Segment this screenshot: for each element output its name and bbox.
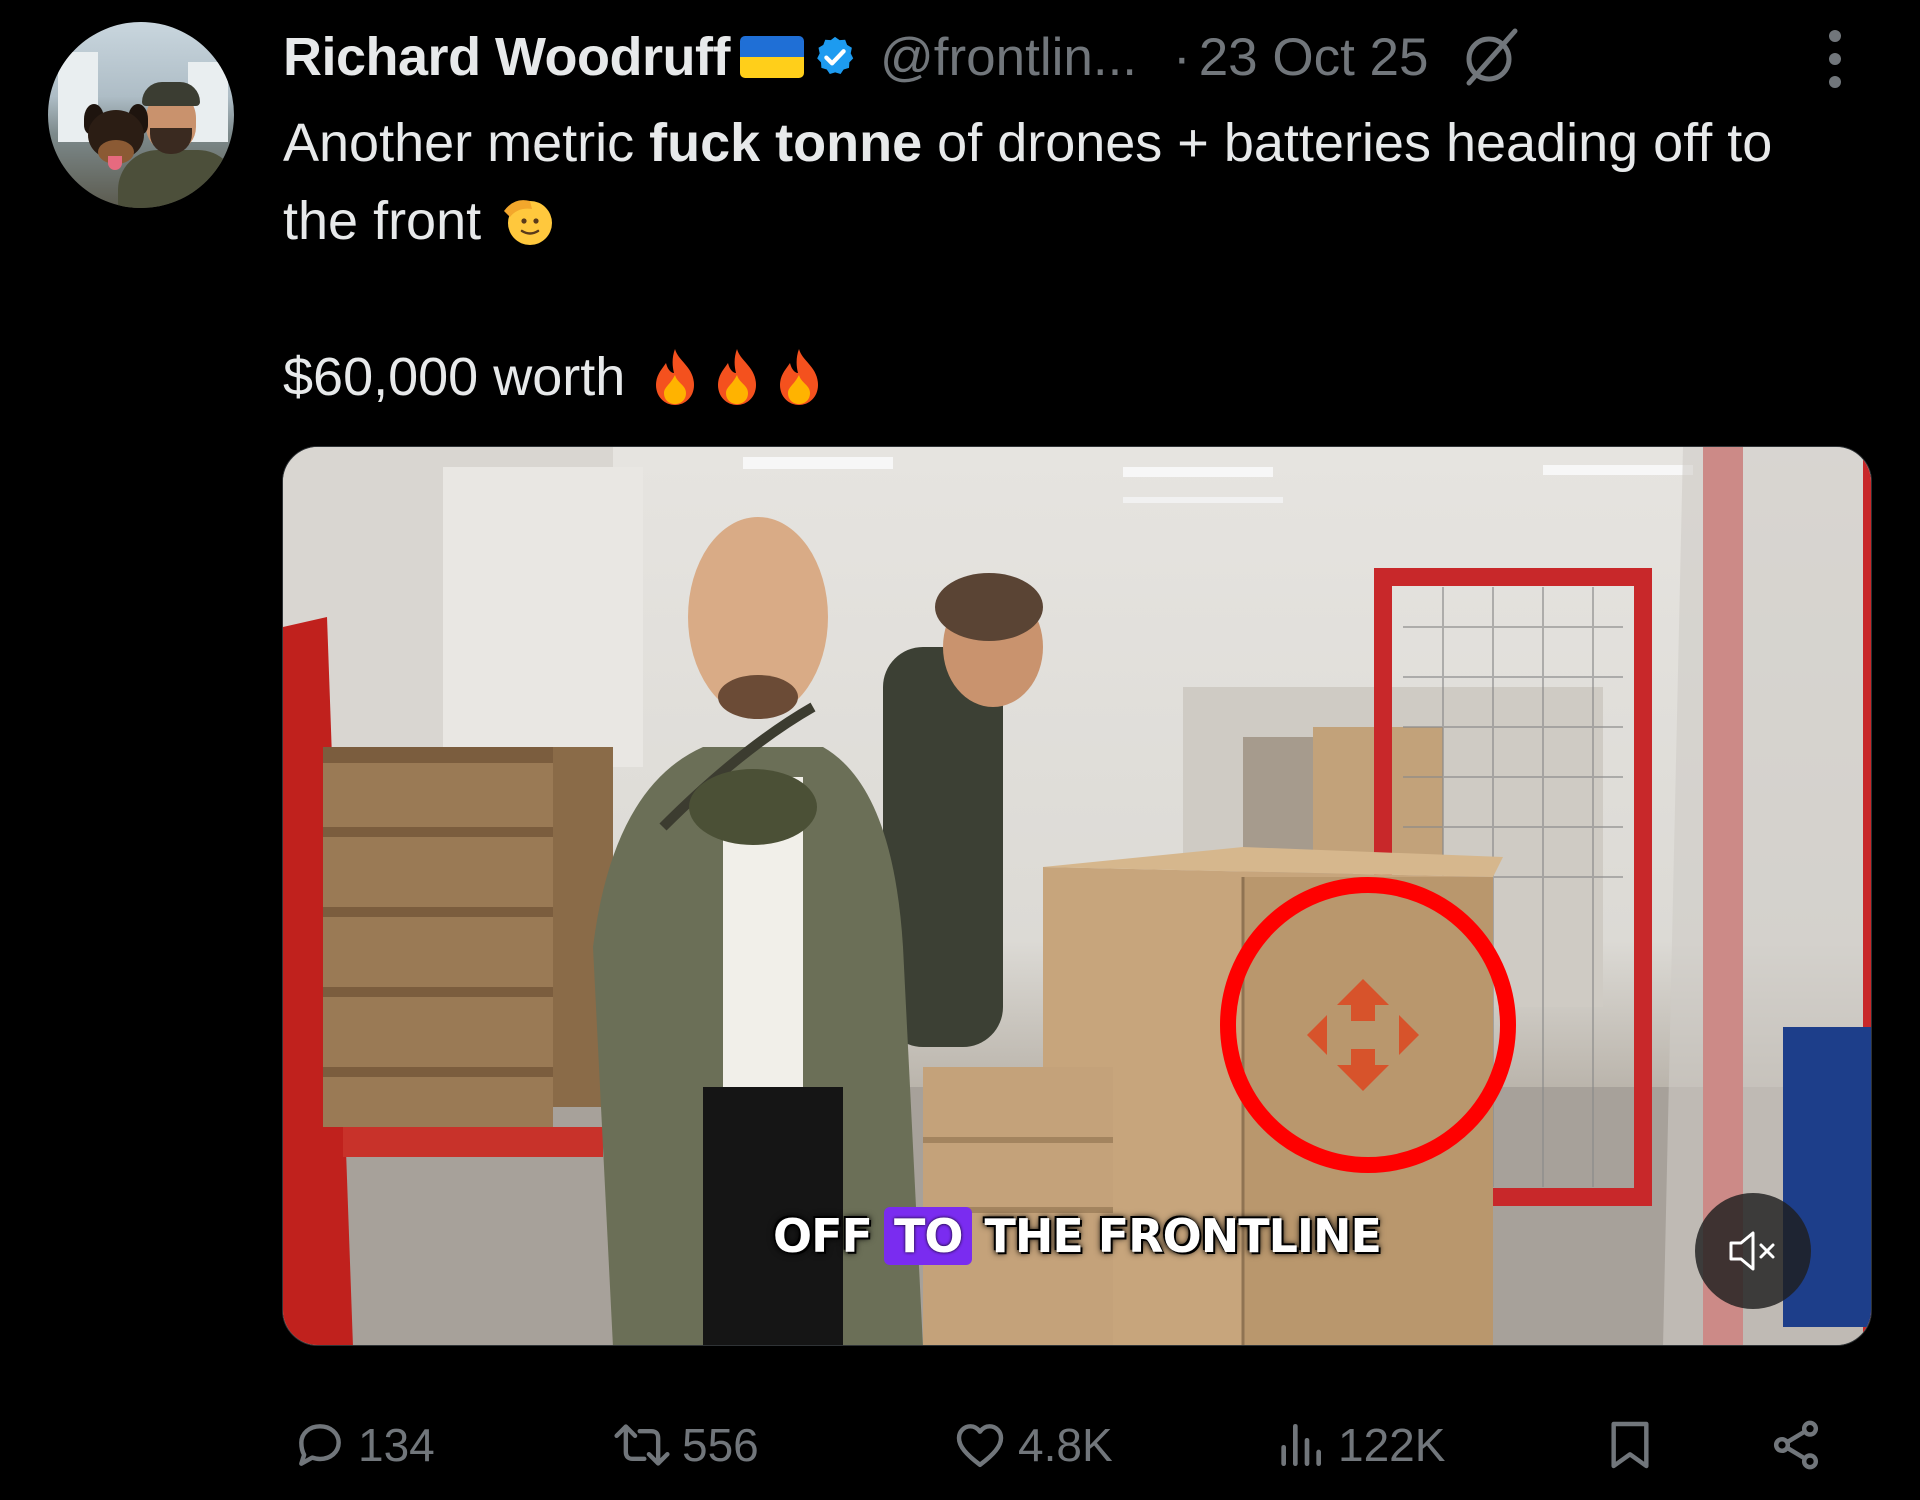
bookmark-icon [1611,1421,1649,1469]
share-icon [1773,1420,1819,1470]
author-handle[interactable]: @frontlin... [880,27,1137,88]
repost-icon [614,1424,670,1466]
fire-emoji-icon [648,347,702,407]
tweet-actions: 134 556 4.8K 122K [282,1405,1872,1485]
reply-count: 134 [358,1419,435,1471]
more-options-icon[interactable] [1820,24,1850,94]
verified-badge-icon[interactable] [812,34,858,80]
bookmark-button[interactable] [1602,1405,1658,1485]
tweet-price-line: $60,000 worth [283,338,826,416]
video-caption: OFF TO THE FRONTLINE [773,1207,1382,1265]
like-count: 4.8K [1018,1419,1113,1471]
separator-dot: · [1173,27,1191,87]
tweet-text: Another metric fuck tonne of drones + ba… [283,104,1843,260]
tweet-header: Richard Woodruff @frontlin... · 23 Oct 2… [283,22,1523,92]
tweet-date[interactable]: 23 Oct 25 [1199,27,1429,88]
heart-icon [956,1424,1004,1468]
view-count: 122K [1338,1419,1446,1471]
author-name[interactable]: Richard Woodruff [283,26,730,88]
mute-button[interactable] [1695,1193,1811,1309]
author-avatar[interactable] [48,22,234,208]
price-text: $60,000 worth [283,347,626,407]
caption-highlight-word: TO [883,1207,973,1265]
reply-button[interactable]: 134 [292,1405,435,1485]
ukraine-flag-icon [739,36,804,78]
reply-icon [299,1424,341,1466]
repost-button[interactable]: 556 [612,1405,759,1485]
tweet-text-part: Another metric [283,113,650,173]
repost-count: 556 [682,1419,759,1471]
fire-emoji-icon [710,347,764,407]
share-button[interactable] [1768,1405,1824,1485]
views-button[interactable]: 122K [1272,1405,1445,1485]
grok-icon[interactable] [1459,25,1523,89]
caption-word: OFF [773,1209,873,1263]
tweet-text-bold: fuck tonne [649,113,923,173]
like-button[interactable]: 4.8K [952,1405,1113,1485]
caption-word: THE FRONTLINE [984,1209,1381,1263]
video-player[interactable]: OFF TO THE FRONTLINE [282,446,1872,1346]
saluting-face-emoji-icon [500,192,556,248]
speaker-muted-icon [1729,1231,1775,1271]
analytics-icon [1281,1424,1321,1466]
fire-emoji-icon [772,347,826,407]
